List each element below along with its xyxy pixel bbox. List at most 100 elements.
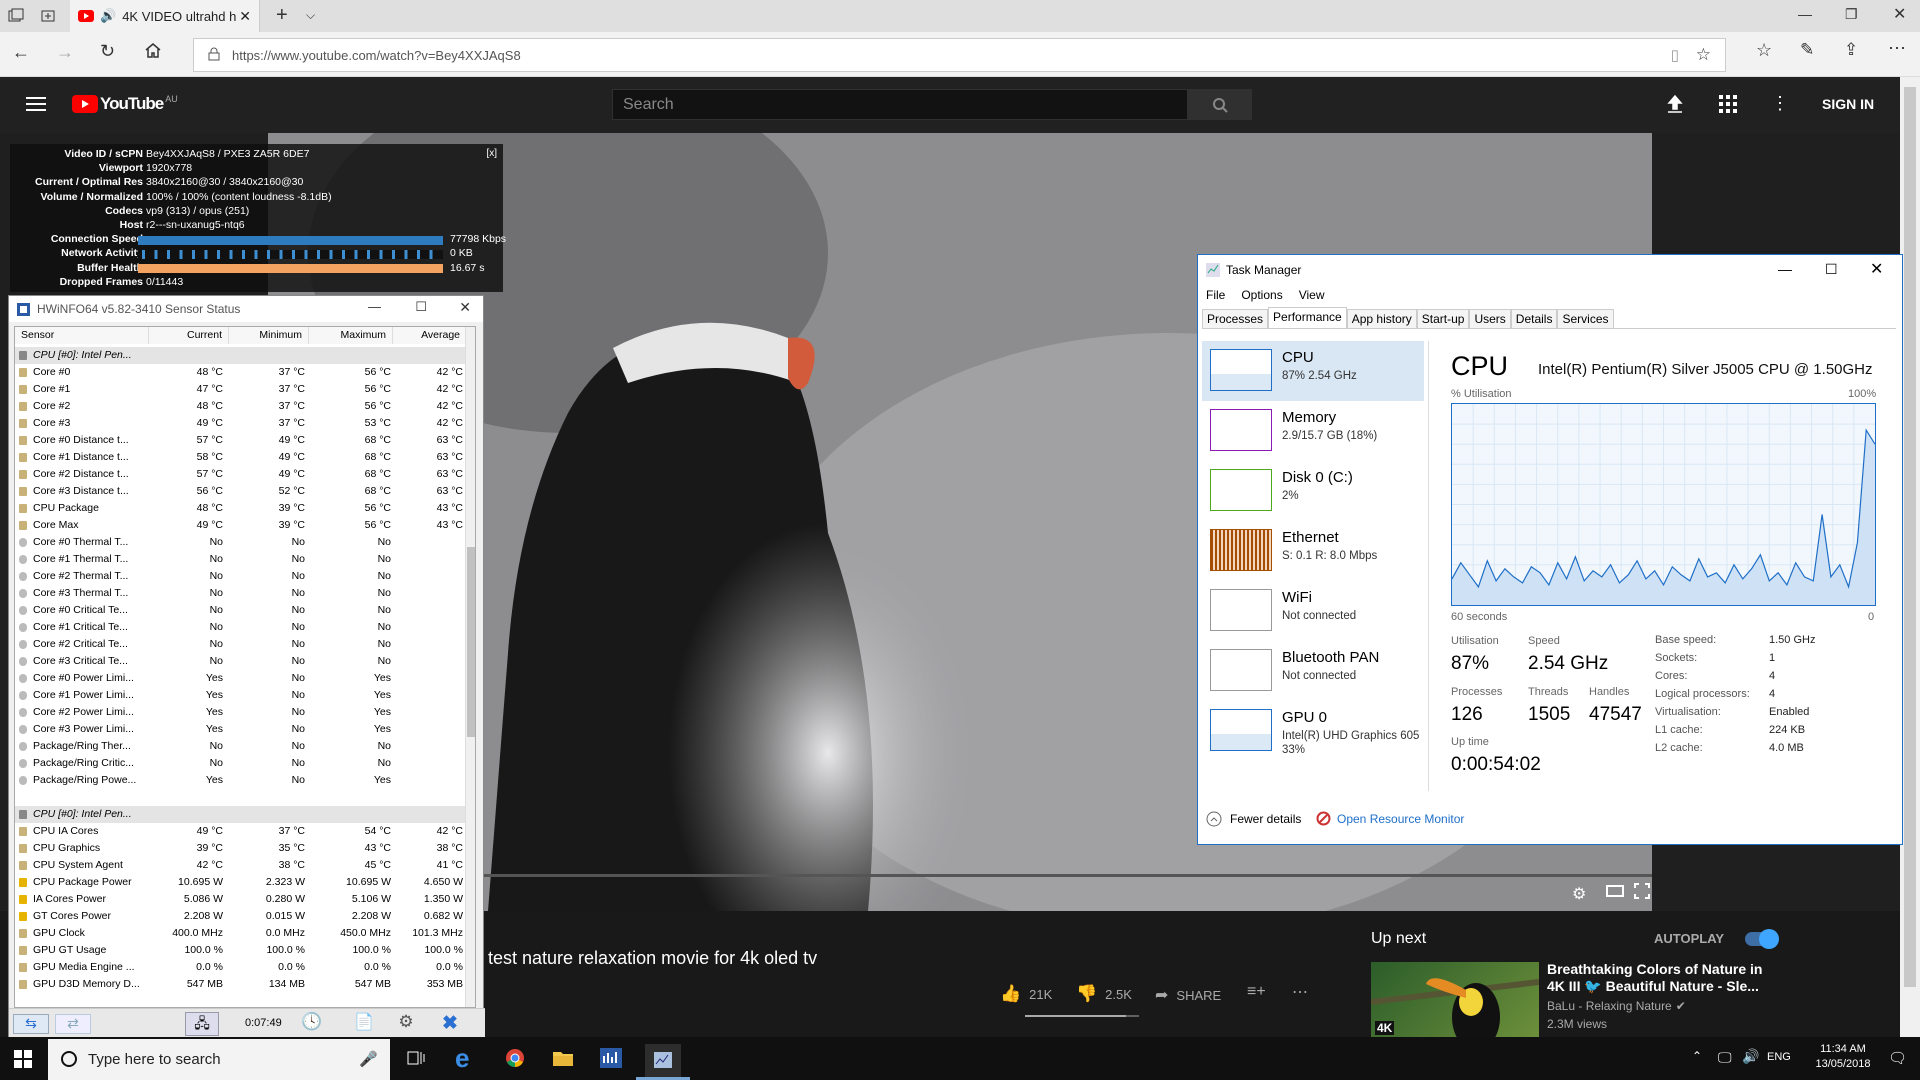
sensor-row[interactable]: Core #3 Critical Te... No No No [15,653,465,670]
sensor-row[interactable]: Core #0 Thermal T... No No No [15,534,465,551]
close-window-icon[interactable]: ✕ [1893,4,1906,24]
more-actions-icon[interactable]: ⋯ [1292,982,1308,1002]
col-header-sensor[interactable]: Sensor [15,327,149,344]
home-icon[interactable] [144,41,162,59]
web-note-icon[interactable]: ✎ [1800,40,1814,60]
youtube-logo[interactable]: YouTube AU [72,94,178,114]
share-icon[interactable]: ⇪ [1844,40,1858,60]
dislike-button[interactable]: 👎 2.5K [1076,984,1132,1004]
col-header-current[interactable]: Current [149,327,229,344]
sensor-row[interactable]: Core #0 48 °C 37 °C 56 °C 42 °C [15,364,465,381]
tm-tab-users[interactable]: Users [1469,309,1511,328]
youtube-search-input[interactable]: Search [612,89,1188,120]
video-settings-gear-icon[interactable]: ⚙ [1572,884,1586,904]
sensor-group-row[interactable]: CPU [#0]: Intel Pen... [15,806,465,823]
set-tabs-aside-icon[interactable] [40,8,56,24]
taskbar-search-box[interactable]: Type here to search 🎤 [48,1039,390,1080]
hwinfo-maximize-icon[interactable]: ☐ [415,299,427,315]
tm-menu-file[interactable]: File [1206,288,1225,302]
stats-close-button[interactable]: [x] [486,148,497,159]
fullscreen-icon[interactable] [1634,883,1650,899]
tm-resource-gpu-0[interactable]: GPU 0 Intel(R) UHD Graphics 605 33% [1202,701,1424,761]
hwinfo-minimize-icon[interactable]: — [368,299,381,314]
sensor-row[interactable]: Core #0 Distance t... 57 °C 49 °C 68 °C 63 °… [15,432,465,449]
sensor-row[interactable]: GPU Media Engine ... 0.0 % 0.0 % 0.0 % 0.0 % [15,959,465,976]
sensor-row[interactable]: Core #2 Power Limi... Yes No Yes [15,704,465,721]
sensor-row[interactable]: CPU Package 48 °C 39 °C 56 °C 43 °C [15,500,465,517]
hwinfo-taskbar-icon[interactable] [600,1048,622,1068]
youtube-search-button[interactable] [1188,89,1252,120]
sensor-row[interactable]: GT Cores Power 2.208 W 0.015 W 2.208 W 0.682… [15,908,465,925]
sensor-row[interactable]: Core #2 Thermal T... No No No [15,568,465,585]
tm-resource-ethernet[interactable]: Ethernet S: 0.1 R: 8.0 Mbps [1202,521,1424,581]
tm-titlebar[interactable]: Task Manager [1206,263,1301,277]
network-tray-icon[interactable]: 🖵 [1718,1049,1732,1066]
next-video-thumbnail[interactable]: 4K [1371,962,1539,1037]
tm-tab-details[interactable]: Details [1510,309,1558,328]
logging-icon[interactable]: 📄 [349,1012,379,1036]
sensor-row[interactable]: Core #1 Power Limi... Yes No Yes [15,687,465,704]
tm-menu-view[interactable]: View [1299,288,1325,302]
sensor-row[interactable]: GPU GT Usage 100.0 % 100.0 % 100.0 % 100.0 % [15,942,465,959]
sensor-row[interactable]: Package/Ring Critic... No No No [15,755,465,772]
show-hidden-icons-chevron[interactable]: ⌃ [1692,1049,1702,1063]
tm-resource-memory[interactable]: Memory 2.9/15.7 GB (18%) [1202,401,1424,461]
tm-resource-cpu[interactable]: CPU 87% 2.54 GHz [1202,341,1424,401]
theater-mode-icon[interactable] [1606,884,1624,898]
browser-tab[interactable]: 🔊 4K VIDEO ultrahd h ✕ [70,0,260,32]
restore-window-icon[interactable]: ❐ [1845,6,1858,23]
tm-close-icon[interactable]: ✕ [1870,259,1883,279]
autoplay-toggle[interactable] [1745,929,1779,949]
tm-maximize-icon[interactable]: ☐ [1825,261,1838,278]
sensor-row[interactable]: Core #3 49 °C 37 °C 53 °C 42 °C [15,415,465,432]
sensor-row[interactable]: CPU Graphics 39 °C 35 °C 43 °C 38 °C [15,840,465,857]
add-to-playlist-icon[interactable]: ≡+ [1247,983,1266,1001]
sensor-group-row[interactable]: CPU [#0]: Intel Pen... [15,347,465,364]
like-button[interactable]: 👍 21K [1000,984,1052,1004]
sensor-row[interactable]: IA Cores Power 5.086 W 0.280 W 5.106 W 1.350… [15,891,465,908]
microphone-icon[interactable]: 🎤 [359,1050,378,1068]
scrollbar-thumb[interactable] [1904,87,1916,987]
apps-grid-icon[interactable] [1719,95,1737,113]
collapse-icon[interactable]: ⇄ [55,1014,91,1034]
speaker-icon[interactable]: 🔊 [100,8,116,24]
settings-more-icon[interactable]: ⋮ [1771,93,1789,114]
sensor-row[interactable]: CPU Package Power 10.695 W 2.323 W 10.695 W… [15,874,465,891]
chrome-icon[interactable] [505,1048,525,1068]
page-scrollbar[interactable] [1900,77,1920,1037]
chevron-down-icon[interactable]: ⌵ [306,8,315,23]
share-button[interactable]: ➦ SHARE [1155,985,1221,1005]
sensor-row[interactable]: Core #2 Critical Te... No No No [15,636,465,653]
sign-in-button[interactable]: SIGN IN [1822,96,1874,112]
tm-tab-start-up[interactable]: Start-up [1416,309,1470,328]
sensor-row[interactable]: Core #1 Thermal T... No No No [15,551,465,568]
file-explorer-icon[interactable] [553,1049,573,1067]
sensor-row[interactable]: Package/Ring Powe... Yes No Yes [15,772,465,789]
sensor-row[interactable]: Package/Ring Ther... No No No [15,738,465,755]
new-tab-icon[interactable]: + [276,4,288,27]
tm-tab-performance[interactable]: Performance [1268,307,1347,328]
clock[interactable]: 11:34 AM 13/05/2018 [1808,1043,1878,1070]
tm-tab-processes[interactable]: Processes [1202,309,1269,328]
tm-tab-services[interactable]: Services [1557,309,1614,328]
windows-start-icon[interactable] [14,1050,32,1068]
sensor-row[interactable]: CPU System Agent 42 °C 38 °C 45 °C 41 °C [15,857,465,874]
tm-resource-wifi[interactable]: WiFi Not connected [1202,581,1424,641]
hwinfo-titlebar[interactable]: HWiNFO64 v5.82-3410 Sensor Status — ☐ ✕ [9,296,483,322]
refresh-icon[interactable]: ↻ [100,41,115,62]
col-header-minimum[interactable]: Minimum [229,327,309,344]
sensor-row[interactable]: Core #3 Power Limi... Yes No Yes [15,721,465,738]
favorites-icon[interactable]: ☆ [1756,40,1772,61]
close-sensors-icon[interactable]: ✖ [433,1012,467,1036]
tm-minimize-icon[interactable]: — [1778,261,1792,277]
volume-tray-icon[interactable]: 🔊 [1742,1048,1759,1065]
notifications-icon[interactable]: 🗨 [1888,1049,1907,1067]
clock-icon[interactable]: 🕓 [297,1012,327,1036]
next-video-title[interactable]: Breathtaking Colors of Nature in 4K III … [1547,961,1762,995]
edge-browser-icon[interactable]: e [455,1043,469,1074]
hamburger-menu-icon[interactable] [26,96,46,112]
col-header-maximum[interactable]: Maximum [309,327,393,344]
sensor-row[interactable]: CPU IA Cores 49 °C 37 °C 54 °C 42 °C [15,823,465,840]
sensor-scrollbar[interactable] [465,327,475,1007]
sensor-row[interactable]: Core #0 Power Limi... Yes No Yes [15,670,465,687]
